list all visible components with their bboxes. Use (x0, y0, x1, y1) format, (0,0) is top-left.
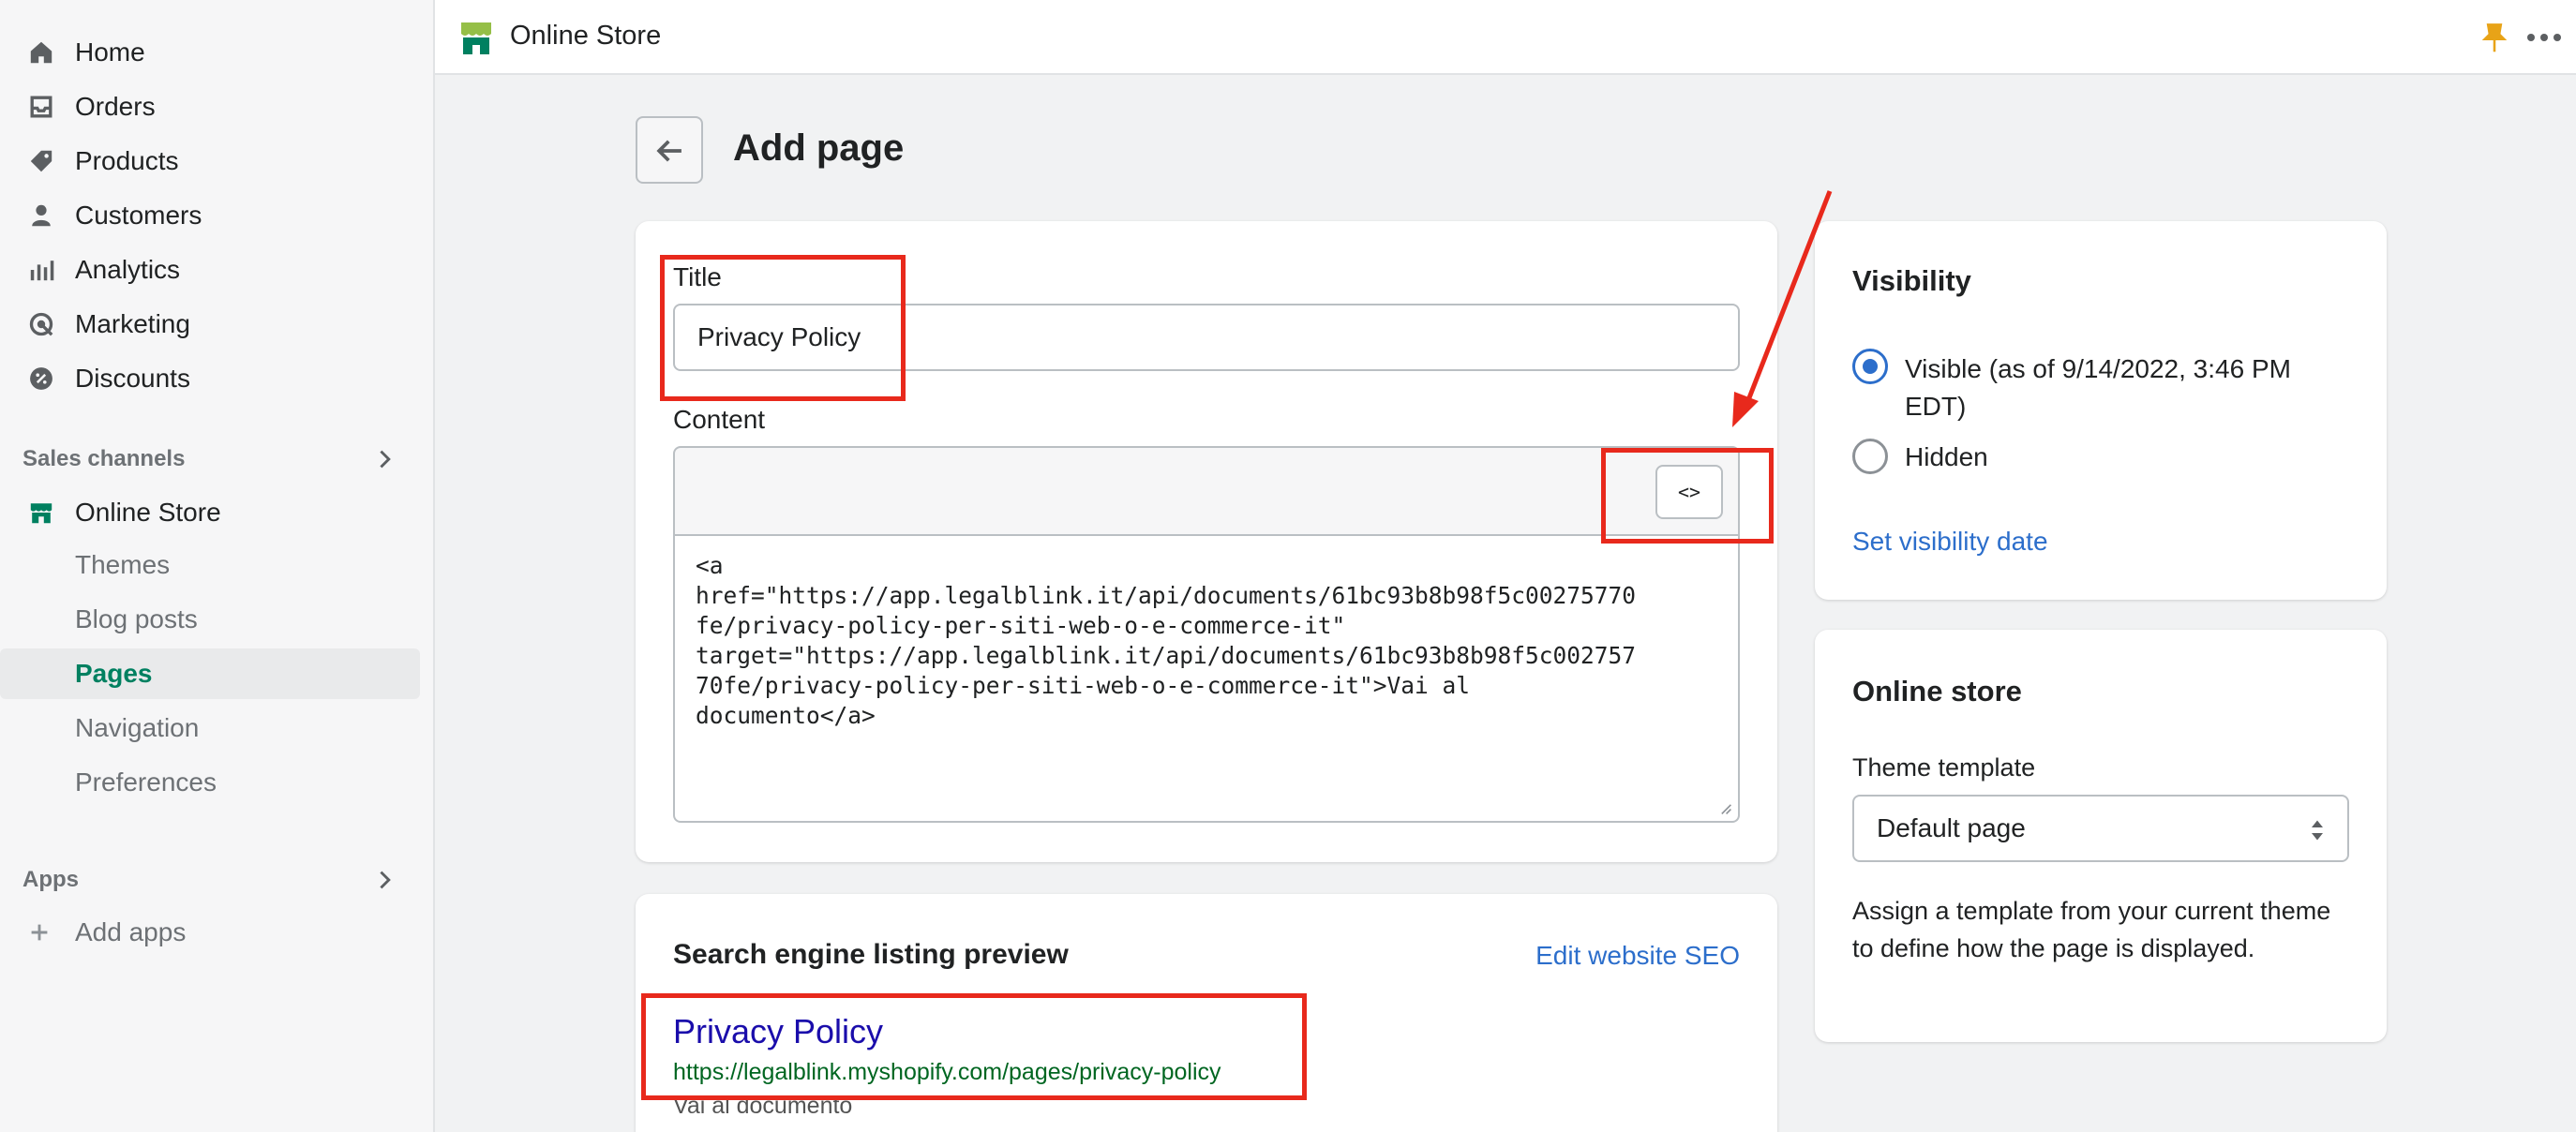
sidebar-item-marketing[interactable]: Marketing (0, 299, 420, 350)
store-icon (30, 503, 52, 524)
plus-icon (31, 924, 48, 941)
theme-template-label: Theme template (1852, 753, 2036, 782)
page-title: Add page (733, 127, 905, 169)
sidebar-subitem-label: Themes (75, 550, 171, 579)
hidden-radio-label: Hidden (1905, 442, 1988, 471)
html-content-text: <a href="https://app.legalblink.it/api/d… (696, 552, 1637, 729)
set-visibility-date-link[interactable]: Set visibility date (1852, 527, 2048, 557)
visibility-card: Visibility Visible (as of 9/14/2022, 3:4… (1815, 221, 2387, 600)
apps-header: Apps (22, 867, 79, 892)
sidebar-item-label: Marketing (75, 309, 190, 338)
annotation-highlight-seo-preview (641, 993, 1307, 1100)
annotation-highlight-title (660, 255, 906, 401)
back-button[interactable] (636, 116, 703, 184)
content-label: Content (673, 405, 766, 434)
hidden-radio[interactable] (1852, 439, 1888, 474)
resize-handle-icon[interactable] (1717, 800, 1732, 815)
pin-icon[interactable] (2479, 21, 2510, 54)
sidebar-subitem-label: Pages (75, 659, 153, 688)
sidebar-item-label: Orders (75, 92, 156, 121)
sidebar-item-label: Add apps (75, 917, 187, 946)
home-icon (30, 41, 52, 64)
edit-website-seo-link[interactable]: Edit website SEO (1535, 941, 1740, 971)
tag-icon (30, 150, 52, 172)
sidebar-subitem-pages[interactable]: Pages (0, 648, 420, 699)
sidebar-subitem-navigation[interactable]: Navigation (0, 703, 420, 753)
sales-channels-header: Sales channels (22, 446, 186, 471)
top-bar-title: Online Store (510, 21, 662, 51)
theme-template-help-text: Assign a template from your current them… (1852, 897, 2331, 962)
sidebar-item-products[interactable]: Products (0, 136, 420, 186)
sidebar: Home Orders Products Customers Analytics… (0, 0, 435, 1132)
sidebar-item-discounts[interactable]: Discounts (0, 353, 420, 404)
arrow-left-icon (656, 140, 681, 162)
select-arrows-icon (2312, 820, 2323, 841)
online-store-heading: Online store (1852, 675, 2022, 708)
sidebar-item-add-apps[interactable]: Add apps (0, 907, 420, 958)
sidebar-item-label: Discounts (75, 364, 190, 393)
target-icon (29, 312, 53, 336)
sidebar-item-analytics[interactable]: Analytics (0, 245, 420, 295)
sidebar-subitem-preferences[interactable]: Preferences (0, 757, 420, 808)
chevron-right-icon[interactable] (373, 448, 396, 470)
sidebar-item-orders[interactable]: Orders (0, 82, 420, 132)
person-icon (32, 204, 51, 227)
sidebar-subitem-label: Blog posts (75, 604, 198, 633)
sidebar-subitem-blog-posts[interactable]: Blog posts (0, 594, 420, 645)
sidebar-item-label: Analytics (75, 255, 181, 284)
editor-toolbar: <> (673, 446, 1740, 536)
more-options-icon[interactable] (2525, 28, 2563, 47)
chevron-right-icon[interactable] (373, 869, 396, 891)
visible-radio[interactable] (1852, 349, 1888, 384)
visible-radio-label: Visible (as of 9/14/2022, 3:46 PM EDT) (1905, 354, 2291, 421)
sidebar-subitem-label: Preferences (75, 767, 217, 797)
sidebar-item-customers[interactable]: Customers (0, 190, 420, 241)
sidebar-subitem-themes[interactable]: Themes (0, 540, 420, 590)
html-content-editor[interactable]: <a href="https://app.legalblink.it/api/d… (673, 536, 1740, 823)
sidebar-item-label: Customers (75, 201, 202, 230)
annotation-arrow (1732, 190, 1833, 427)
discount-icon (30, 367, 52, 390)
bar-chart-icon (30, 261, 54, 281)
sidebar-item-home[interactable]: Home (0, 27, 420, 78)
seo-heading: Search engine listing preview (673, 939, 1069, 970)
top-bar: Online Store (435, 0, 2576, 75)
visibility-heading: Visibility (1852, 264, 1971, 297)
annotation-highlight-html-button (1601, 448, 1774, 544)
online-store-card: Online store Theme template Default page… (1815, 630, 2387, 1042)
online-store-app-icon (461, 22, 491, 54)
inbox-icon (30, 96, 52, 118)
theme-template-value: Default page (1877, 813, 2026, 842)
sidebar-item-label: Online Store (75, 498, 221, 527)
sidebar-item-label: Home (75, 37, 145, 67)
sidebar-subitem-label: Navigation (75, 713, 200, 742)
theme-template-select[interactable]: Default page (1852, 795, 2349, 862)
sidebar-item-online-store[interactable]: Online Store (0, 487, 420, 538)
sidebar-item-label: Products (75, 146, 179, 175)
